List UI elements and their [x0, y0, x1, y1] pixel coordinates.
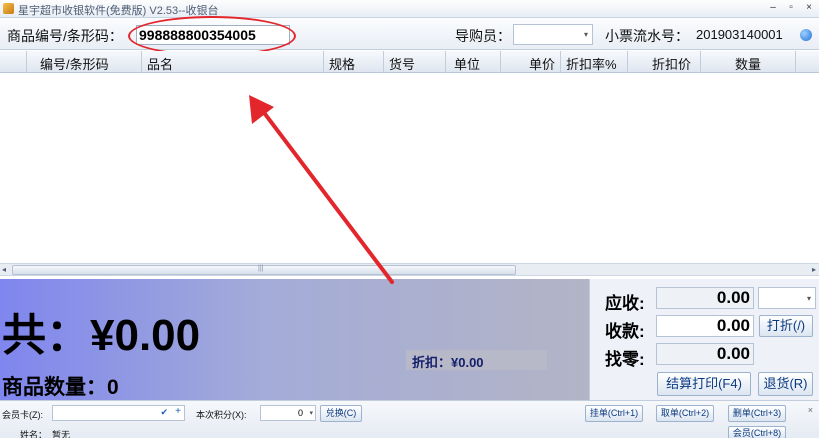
payment-panel: 应收: 0.00 ▾ 收款: 0.00 打折(/) 找零: 0.00 结算打印(… — [589, 279, 819, 400]
column-header-discount-price[interactable]: 折扣价 — [652, 54, 691, 73]
item-count: 商品数量：0 — [2, 376, 119, 399]
product-grid[interactable] — [0, 73, 819, 263]
search-bar: 商品编号/条形码： 998888800354005 导购员： ▾ 小票流水号： … — [0, 18, 819, 50]
column-header-name[interactable]: 品名 — [147, 54, 173, 73]
grip-icon: ||| — [258, 265, 264, 272]
discount-button[interactable]: 打折(/) — [759, 315, 813, 337]
change-label: 找零: — [605, 350, 645, 369]
window-controls: – ▫ × — [767, 2, 815, 13]
delete-order-button[interactable]: 删单(Ctrl+3) — [728, 405, 786, 422]
serial-label: 小票流水号： — [605, 28, 689, 44]
member-select-button[interactable]: 会员(Ctrl+8) — [728, 426, 786, 438]
guide-label: 导购员： — [455, 28, 511, 44]
column-separator — [445, 51, 446, 73]
chevron-down-icon: ▾ — [583, 30, 588, 39]
column-header-sku[interactable]: 货号 — [389, 54, 415, 73]
column-header-quantity[interactable]: 数量 — [735, 54, 761, 73]
total-amount: 共：¥0.00 — [2, 311, 201, 360]
discount-amount: 折扣：¥0.00 — [412, 355, 484, 370]
points-value: 0 — [297, 408, 303, 418]
column-separator — [26, 51, 27, 73]
column-header-spec[interactable]: 规格 — [329, 54, 355, 73]
change-value: 0.00 — [656, 343, 754, 365]
app-logo-icon — [3, 3, 14, 14]
column-header-discount-rate[interactable]: 折扣率% — [566, 54, 617, 73]
redeem-button[interactable]: 兑换(C) — [320, 405, 362, 422]
member-name-label: 姓名： — [20, 430, 48, 438]
window-title: 星宇超市收银软件(免费版) V2.53--收银台 — [18, 5, 219, 17]
column-header-barcode[interactable]: 编号/条形码 — [40, 54, 109, 73]
payment-type-select[interactable]: ▾ — [758, 287, 816, 309]
column-separator — [500, 51, 501, 73]
receivable-label: 应收: — [605, 294, 645, 313]
retrieve-order-button[interactable]: 取单(Ctrl+2) — [656, 405, 714, 422]
column-header-unit[interactable]: 单位 — [454, 54, 480, 73]
info-icon[interactable] — [800, 29, 812, 41]
member-card-input[interactable]: ✔ + — [52, 405, 185, 421]
column-separator — [560, 51, 561, 73]
member-card-label: 会员卡(Z): — [2, 410, 43, 420]
received-label: 收款: — [605, 322, 645, 341]
scroll-left-icon[interactable]: ◂ — [2, 265, 6, 274]
bottom-bar: 会员卡(Z): ✔ + 本次积分(X): 0 ▾ 兑换(C) 姓名： 暂无 挂单… — [0, 400, 819, 438]
barcode-input[interactable]: 998888800354005 — [136, 25, 290, 45]
column-separator — [323, 51, 324, 73]
check-icon[interactable]: ✔ — [160, 407, 168, 418]
serial-value: 201903140001 — [696, 27, 783, 42]
minimize-button[interactable]: – — [767, 2, 779, 13]
scrollbar-thumb[interactable] — [12, 265, 516, 275]
barcode-label: 商品编号/条形码： — [7, 28, 123, 44]
column-header-price[interactable]: 单价 — [529, 54, 555, 73]
points-input[interactable]: 0 ▾ — [260, 405, 316, 421]
guide-select[interactable]: ▾ — [513, 24, 593, 45]
column-separator — [627, 51, 628, 73]
hold-order-button[interactable]: 挂单(Ctrl+1) — [585, 405, 643, 422]
chevron-down-icon: ▾ — [806, 294, 811, 303]
plus-icon[interactable]: + — [175, 406, 181, 417]
title-bar: 星宇超市收银软件(免费版) V2.53--收银台 – ▫ × — [0, 0, 819, 18]
discount-summary: 折扣：¥0.00 — [406, 350, 547, 370]
settle-print-button[interactable]: 结算打印(F4) — [657, 372, 751, 396]
column-separator — [700, 51, 701, 73]
column-separator — [795, 51, 796, 73]
total-panel: 共：¥0.00 商品数量：0 折扣：¥0.00 — [0, 279, 589, 400]
column-separator — [141, 51, 142, 73]
close-button[interactable]: × — [803, 2, 815, 13]
receivable-value: 0.00 — [656, 287, 754, 309]
member-name-value: 暂无 — [52, 430, 71, 438]
close-icon[interactable]: × — [808, 405, 813, 415]
horizontal-scrollbar[interactable]: ◂ ||| ▸ — [0, 263, 819, 276]
return-button[interactable]: 退货(R) — [758, 372, 813, 396]
restore-button[interactable]: ▫ — [785, 2, 797, 13]
grid-header: 编号/条形码 品名 规格 货号 单位 单价 折扣率% 折扣价 数量 — [0, 51, 819, 73]
received-input[interactable]: 0.00 — [656, 315, 754, 337]
points-label: 本次积分(X): — [196, 410, 247, 420]
chevron-down-icon: ▾ — [309, 410, 313, 417]
column-separator — [383, 51, 384, 73]
scroll-right-icon[interactable]: ▸ — [812, 265, 816, 274]
